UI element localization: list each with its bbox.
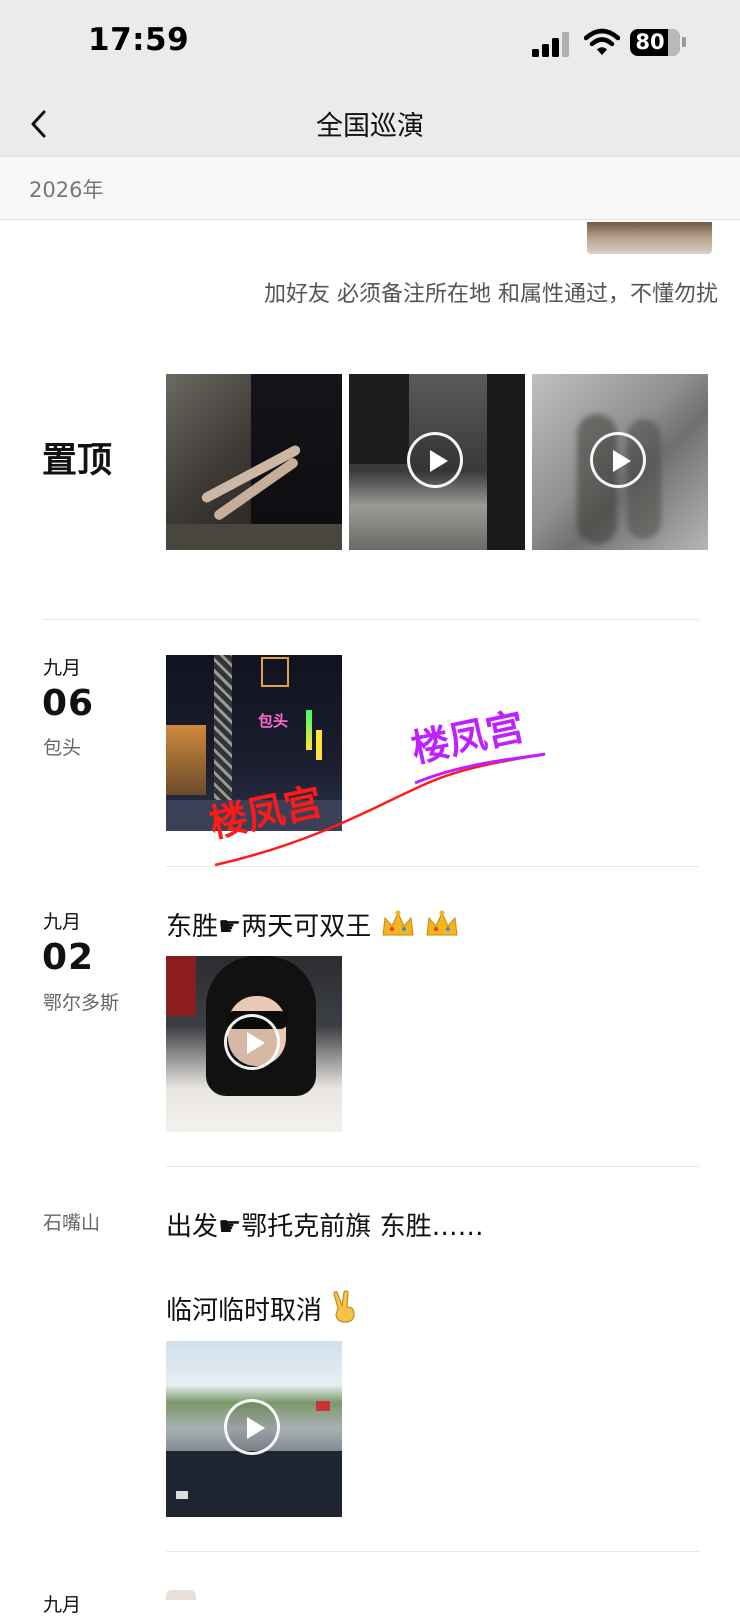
pinned-photo-1[interactable] xyxy=(166,374,342,550)
post-month: 九月 xyxy=(43,657,82,679)
post-location: 鄂尔多斯 xyxy=(43,992,120,1014)
pinned-video-3[interactable] xyxy=(532,374,708,550)
status-time: 17:59 xyxy=(88,22,190,58)
watermark: 楼凤宫 楼凤宫 xyxy=(205,700,565,870)
year-header: 2026年 xyxy=(0,156,740,220)
battery-level: 80 xyxy=(635,30,665,54)
post-text-content: 东胜☛两天可双王 xyxy=(166,912,372,942)
post-text-content: 临河临时取消 xyxy=(166,1296,323,1326)
status-bar: 17:59 80 xyxy=(0,0,740,90)
post-month: 九月 xyxy=(43,1594,82,1616)
battery-icon: 80 xyxy=(630,29,680,56)
play-icon xyxy=(590,432,646,488)
post-video[interactable] xyxy=(166,956,342,1132)
divider xyxy=(42,619,699,620)
post-day: 06 xyxy=(42,683,95,724)
post-photo-partial[interactable] xyxy=(166,1590,196,1600)
divider xyxy=(166,866,699,867)
play-icon xyxy=(224,1399,280,1455)
post-text: 临河临时取消 xyxy=(166,1290,358,1327)
post-video[interactable] xyxy=(166,1341,342,1517)
victory-hand-icon xyxy=(330,1290,358,1326)
profile-signature: 加好友 必须备注所在地 和属性通过，不懂勿扰 xyxy=(264,282,718,307)
pinned-video-2[interactable] xyxy=(349,374,525,550)
post-location: 包头 xyxy=(43,737,82,759)
pinned-label: 置顶 xyxy=(42,441,113,481)
post-text: 东胜☛两天可双王 xyxy=(166,906,460,943)
divider xyxy=(166,1551,699,1552)
play-icon xyxy=(224,1014,280,1070)
signal-icon xyxy=(532,31,572,57)
page-title: 全国巡演 xyxy=(316,111,424,142)
wifi-icon xyxy=(583,28,621,60)
cover-photo-thumbnail[interactable] xyxy=(587,222,712,254)
post-month: 九月 xyxy=(43,911,82,933)
battery-cap xyxy=(682,37,686,47)
crown-icon xyxy=(424,909,460,942)
play-icon xyxy=(407,432,463,488)
post-location: 石嘴山 xyxy=(43,1212,101,1234)
post-text: 出发☛鄂托克前旗 东胜…… xyxy=(166,1212,484,1242)
divider xyxy=(166,1166,699,1167)
year-label: 2026年 xyxy=(29,178,104,202)
nav-bar: 全国巡演 xyxy=(0,90,740,156)
post-day: 02 xyxy=(42,937,95,978)
crown-icon xyxy=(380,909,416,942)
